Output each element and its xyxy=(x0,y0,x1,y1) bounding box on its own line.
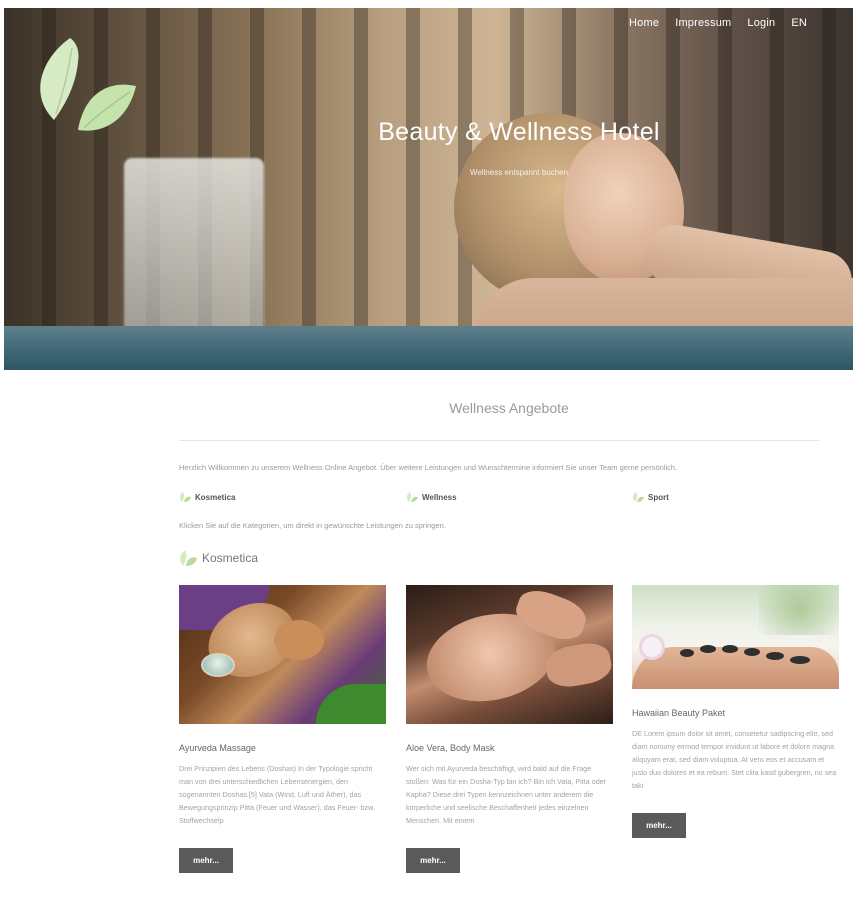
hot-stone xyxy=(744,648,760,656)
category-label: Kosmetica xyxy=(195,492,236,502)
page: Home Impressum Login EN Beauty & Wellnes… xyxy=(4,8,853,903)
nav-home[interactable]: Home xyxy=(629,17,659,29)
offer-image-aloe-vera[interactable] xyxy=(406,585,613,724)
top-nav: Home Impressum Login EN xyxy=(629,17,807,29)
back xyxy=(632,647,839,689)
category-hint: Klicken Sie auf die Kategorien, um direk… xyxy=(179,521,446,530)
hero-title: Beauty & Wellness Hotel xyxy=(378,118,660,146)
oil-bowl xyxy=(201,653,235,677)
subsection-heading: Kosmetica xyxy=(179,550,258,566)
offer-card: Aloe Vera, Body Mask Wer sich mit Ayurve… xyxy=(406,585,613,873)
offer-description: Wer sich mit Ayurveda beschäftigt, wird … xyxy=(406,764,607,825)
nav-login[interactable]: Login xyxy=(747,17,775,29)
more-button[interactable]: mehr... xyxy=(632,813,686,838)
category-link-wellness[interactable]: Wellness xyxy=(406,492,457,502)
hero-banner: Home Impressum Login EN Beauty & Wellnes… xyxy=(4,8,853,370)
leaf-icon xyxy=(406,492,418,502)
offer-title[interactable]: Aloe Vera, Body Mask xyxy=(406,743,613,753)
intro-text: Herzlich Willkommen zu unserem Wellness … xyxy=(179,463,678,472)
green-cloth xyxy=(316,684,386,724)
leaf-icon xyxy=(632,492,644,502)
category-link-kosmetica[interactable]: Kosmetica xyxy=(179,492,235,502)
flower xyxy=(642,637,662,657)
offer-title[interactable]: Hawaiian Beauty Paket xyxy=(632,708,839,718)
leaf-icon xyxy=(180,550,197,566)
hot-stone xyxy=(700,645,716,653)
nav-language-en[interactable]: EN xyxy=(791,17,807,29)
subsection-title: Kosmetica xyxy=(202,551,259,565)
offer-description: DE Lorem ipsum dolor sit amet, consetetu… xyxy=(632,729,837,790)
hot-stone xyxy=(722,645,738,653)
hero-subtitle: Wellness entspannt buchen xyxy=(469,168,569,177)
section-title: Wellness Angebote xyxy=(449,400,569,416)
hero-pool xyxy=(4,326,853,370)
offer-image-hawaiian[interactable] xyxy=(632,585,839,689)
foliage xyxy=(759,585,839,635)
hand xyxy=(274,620,324,660)
offer-title[interactable]: Ayurveda Massage xyxy=(179,743,386,753)
category-links: Kosmetica Wellness Sport xyxy=(179,492,839,508)
more-button[interactable]: mehr... xyxy=(179,848,233,873)
offer-card: Hawaiian Beauty Paket DE Lorem ipsum dol… xyxy=(632,585,839,838)
offer-description: Drei Prinzipien des Lebens (Doshas) In d… xyxy=(179,764,375,825)
leaf-logo-icon[interactable] xyxy=(32,34,142,144)
more-button[interactable]: mehr... xyxy=(406,848,460,873)
hot-stone xyxy=(766,652,784,660)
category-link-sport[interactable]: Sport xyxy=(632,492,669,502)
hot-stone xyxy=(790,656,810,664)
leaf-icon xyxy=(179,492,191,502)
offer-card: Ayurveda Massage Drei Prinzipien des Leb… xyxy=(179,585,386,873)
category-label: Sport xyxy=(648,492,669,502)
offer-image-ayurveda[interactable] xyxy=(179,585,386,724)
category-label: Wellness xyxy=(422,492,457,502)
hero-waterfall xyxy=(124,158,264,333)
divider xyxy=(179,440,819,441)
hot-stone xyxy=(680,649,694,657)
nav-impressum[interactable]: Impressum xyxy=(675,17,731,29)
